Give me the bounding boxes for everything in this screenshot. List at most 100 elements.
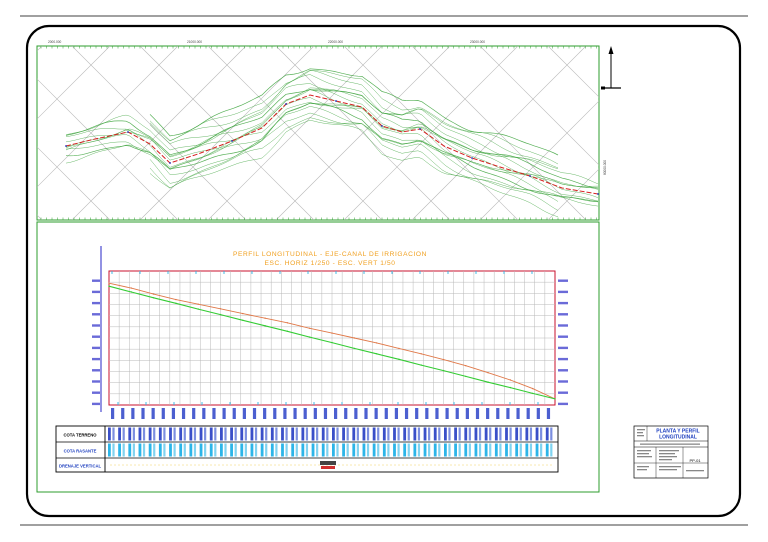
grid-line — [684, 46, 768, 220]
station-label — [465, 408, 469, 419]
profile-point — [509, 379, 512, 381]
grade-value-cell — [505, 443, 508, 457]
profile-point — [286, 330, 289, 332]
profile-point — [309, 336, 311, 338]
station-label — [415, 408, 419, 419]
station-point — [127, 131, 129, 133]
grade-value-cell — [342, 443, 345, 457]
station-label — [141, 408, 145, 419]
grade-value-cell — [366, 443, 370, 457]
fine-print — [640, 443, 700, 445]
grade-value-cell — [515, 443, 519, 457]
grade-value-cell — [132, 443, 135, 457]
grade-value-cell — [346, 443, 349, 457]
grade-value-cell — [397, 443, 400, 457]
grade-value-cell — [301, 443, 305, 457]
grade-value-cell — [189, 443, 193, 457]
station-point — [419, 128, 421, 130]
grade-value-cell — [295, 443, 298, 457]
profile-point — [130, 287, 132, 289]
grade-value-cell — [270, 443, 274, 457]
grade-value-cell — [240, 443, 244, 457]
grade-value-cell — [128, 443, 132, 457]
plan-coord-side: 80000.000 — [603, 160, 607, 175]
terrain-value-cell — [305, 427, 309, 441]
grade-value-cell — [311, 443, 315, 457]
station-label — [435, 408, 439, 419]
terrain-value-cell — [153, 427, 156, 441]
fine-print — [637, 432, 643, 434]
station-label — [354, 408, 358, 419]
terrain-value-cell — [362, 427, 366, 441]
terrain-value-cell — [393, 427, 396, 441]
profile-subtitle: ESC. HORIZ 1/250 - ESC. VERT 1/50 — [265, 260, 396, 267]
terrain-value-cell — [209, 427, 213, 441]
terrain-value-cell — [352, 427, 356, 441]
terrain-value-cell — [448, 427, 451, 441]
station-label — [313, 408, 317, 419]
terrain-value-cell — [382, 427, 386, 441]
terrain-value-cell — [356, 427, 359, 441]
grade-value-cell — [281, 443, 284, 457]
station-label — [425, 408, 429, 419]
plan-view: 2000.000 21000.000 22000.000 23000.000 4… — [36, 40, 768, 228]
station-label — [252, 408, 257, 419]
station-label — [526, 408, 530, 419]
profile-point — [219, 308, 222, 310]
terrain-value-cell — [148, 427, 152, 441]
grade-value-cell — [356, 443, 359, 457]
terrain-value-cell — [397, 427, 400, 441]
terrain-value-cell — [505, 427, 508, 441]
grade-value-cell — [372, 443, 376, 457]
profile-point — [286, 322, 289, 324]
station-point — [381, 125, 383, 127]
terrain-value-cell — [112, 427, 115, 441]
elevation-label-left — [92, 369, 100, 372]
profile-point — [197, 308, 199, 310]
grade-value-cell — [244, 443, 247, 457]
profile-point — [398, 358, 400, 360]
grade-value-cell — [326, 443, 329, 457]
grid-line — [616, 46, 768, 220]
profile-point — [353, 337, 355, 339]
station-label — [496, 408, 500, 419]
terrain-value-cell — [474, 427, 478, 441]
terrain-value-cell — [122, 427, 125, 441]
station-label — [283, 408, 287, 419]
grade-value-cell — [407, 443, 410, 457]
elevation-label-right — [558, 290, 568, 294]
profile-point — [554, 398, 556, 400]
fine-print — [637, 429, 645, 431]
terrain-value-cell — [468, 427, 471, 441]
fine-print — [659, 459, 672, 461]
station-label — [516, 408, 520, 419]
terrain-value-cell — [423, 427, 427, 441]
grade-value-cell — [291, 443, 295, 457]
station-label — [445, 408, 449, 419]
station-label — [171, 408, 176, 419]
grid-line — [37, 46, 43, 52]
grade-value-cell — [199, 443, 203, 457]
plan-coord-top-3: 22000.000 — [328, 40, 343, 44]
grade-value-cell — [438, 443, 441, 457]
grade-value-cell — [377, 443, 380, 457]
grade-value-cell — [382, 443, 386, 457]
terrain-value-cell — [509, 427, 512, 441]
terrain-value-cell — [265, 427, 268, 441]
profile-point — [442, 358, 445, 361]
grade-value-cell — [153, 443, 156, 457]
profile-point — [487, 381, 489, 383]
grid-line — [684, 46, 768, 220]
elevation-label-left — [92, 324, 100, 327]
grade-value-cell — [108, 443, 111, 457]
grade-value-cell — [484, 443, 488, 457]
elevation-label-left — [92, 391, 100, 394]
terrain-value-cell — [189, 427, 193, 441]
station-label — [151, 408, 155, 419]
grade-value-cell — [234, 443, 237, 457]
station-label — [121, 408, 125, 419]
grade-value-cell — [173, 443, 176, 457]
fine-print — [637, 453, 649, 455]
north-arrow-icon — [601, 46, 621, 90]
station-label — [475, 408, 480, 419]
